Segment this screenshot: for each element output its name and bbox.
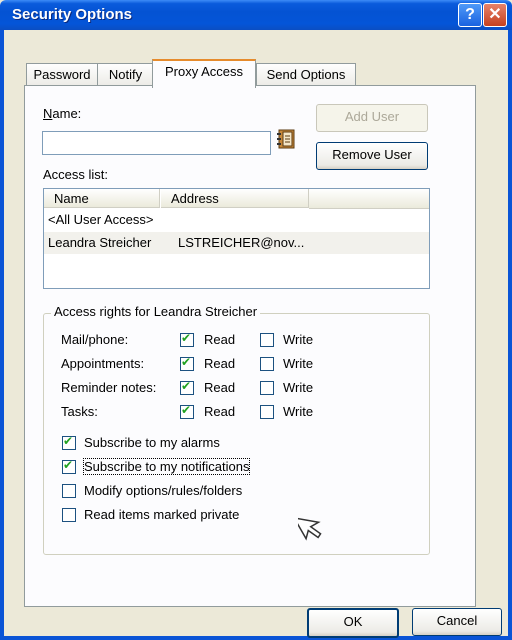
tab-send-options[interactable]: Send Options <box>256 63 356 86</box>
reminder-write-label: Write <box>283 380 314 395</box>
tab-notify[interactable]: Notify <box>97 63 154 86</box>
tasks-read-label: Read <box>204 404 236 419</box>
right-label-appointments: Appointments: <box>61 356 145 371</box>
list-item[interactable]: <All User Access> <box>44 209 429 231</box>
column-header-address[interactable]: Address <box>161 189 309 208</box>
column-header-name[interactable]: Name <box>44 189 160 208</box>
cancel-button[interactable]: Cancel <box>412 608 502 636</box>
reminder-read-checkbox[interactable] <box>180 379 194 395</box>
access-list-label: Access list: <box>43 167 109 182</box>
appointments-read-label: Read <box>204 356 236 371</box>
list-item-name: <All User Access> <box>48 212 154 227</box>
mail-read-checkbox[interactable] <box>180 331 194 347</box>
window-frame-right <box>508 30 512 640</box>
help-button[interactable]: ? <box>458 3 482 27</box>
reminder-write-checkbox[interactable] <box>260 381 274 395</box>
tab-proxy-access[interactable]: Proxy Access <box>152 59 256 88</box>
window-frame-bottom <box>0 636 512 640</box>
mail-write-label: Write <box>283 332 314 347</box>
appointments-read-checkbox[interactable] <box>180 355 194 371</box>
subscribe-notifications-label: Subscribe to my notifications <box>82 458 251 475</box>
tasks-write-checkbox[interactable] <box>260 405 274 419</box>
read-private-checkbox[interactable] <box>62 508 76 522</box>
tasks-read-checkbox[interactable] <box>180 403 194 419</box>
window-frame-left <box>0 30 4 640</box>
list-item-name: Leandra Streicher <box>48 235 152 250</box>
appointments-write-label: Write <box>283 356 314 371</box>
mail-write-checkbox[interactable] <box>260 333 274 347</box>
ok-button[interactable]: OK <box>307 608 399 638</box>
list-item-selected[interactable]: Leandra Streicher LSTREICHER@nov... <box>44 232 429 254</box>
name-input[interactable] <box>42 131 271 155</box>
close-button[interactable]: ✕ <box>483 3 507 27</box>
address-book-icon[interactable] <box>277 128 297 150</box>
right-label-mail-phone: Mail/phone: <box>61 332 129 347</box>
right-label-tasks: Tasks: <box>61 404 98 419</box>
reminder-read-label: Read <box>204 380 236 395</box>
access-rights-title: Access rights for Leandra Streicher <box>51 304 261 319</box>
tasks-write-label: Write <box>283 404 314 419</box>
right-label-reminder-notes: Reminder notes: <box>61 380 157 395</box>
title-bar[interactable]: Security Options ? ✕ <box>0 0 512 30</box>
column-header-filler <box>309 189 429 209</box>
access-list[interactable]: Name Address <All User Access> Leandra S… <box>43 188 430 289</box>
name-label: Name: <box>43 106 82 121</box>
tab-password[interactable]: Password <box>26 63 98 86</box>
mail-read-label: Read <box>204 332 236 347</box>
list-item-address: LSTREICHER@nov... <box>178 235 305 250</box>
appointments-write-checkbox[interactable] <box>260 357 274 371</box>
subscribe-notifications-checkbox[interactable] <box>62 458 76 474</box>
read-private-label: Read items marked private <box>84 507 240 522</box>
remove-user-button[interactable]: Remove User <box>316 142 428 170</box>
add-user-button[interactable]: Add User <box>316 104 428 132</box>
mouse-pointer-icon <box>298 516 322 541</box>
modify-options-checkbox[interactable] <box>62 484 76 498</box>
subscribe-alarms-checkbox[interactable] <box>62 434 76 450</box>
window-title: Security Options <box>12 6 133 23</box>
subscribe-alarms-label: Subscribe to my alarms <box>84 435 220 450</box>
security-options-dialog: Security Options ? ✕ Password Notify Pro… <box>0 0 512 640</box>
modify-options-label: Modify options/rules/folders <box>84 483 243 498</box>
